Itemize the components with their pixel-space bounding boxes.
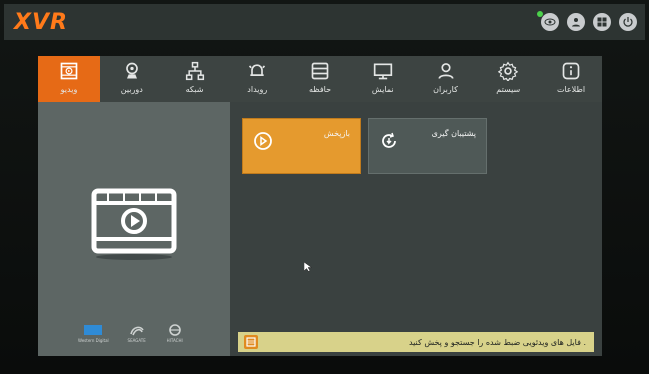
main-nav: اطلاعات سیستم کاربران نمایش حافظه رویداد… [38, 56, 602, 102]
display-icon [373, 63, 392, 80]
nav-label: دوربین [120, 85, 143, 94]
users-icon [438, 63, 453, 79]
brand-logo: Western Digital [78, 324, 109, 343]
nav-label: حافظه [308, 85, 332, 94]
nav-item-users[interactable]: کاربران [415, 56, 477, 102]
brand-logo: SEAGATE [127, 324, 147, 343]
top-bar-icons [537, 11, 637, 31]
nav-label: شبکه [185, 85, 204, 94]
seagate-icon [129, 326, 144, 336]
section-actions: بازپخش پشتیبان گیری [230, 102, 602, 356]
status-dot [537, 11, 543, 17]
top-bar: XVR [4, 4, 645, 40]
backup-icon [382, 132, 396, 148]
section-preview: Western Digital SEAGATE HITACHI [38, 102, 230, 356]
nav-item-network[interactable]: شبکه [164, 56, 226, 102]
content-area: Western Digital SEAGATE HITACHI بازپخش پ… [38, 102, 602, 356]
western-digital-icon [84, 325, 103, 335]
nav-item-storage[interactable]: حافظه [289, 56, 351, 102]
hint-icon [244, 335, 258, 349]
hint-text: فایل های ویدئویی ضبط شده را جستجو و پخش … [408, 337, 586, 347]
app-logo: XVR [14, 10, 68, 35]
view-icon[interactable] [537, 11, 559, 31]
alarm-icon [249, 64, 266, 76]
nav-item-video[interactable]: ویدیو [38, 56, 100, 102]
brand-logo: HITACHI [165, 324, 185, 343]
video-icon [60, 62, 78, 80]
nav-item-info[interactable]: اطلاعات [540, 56, 602, 102]
nav-label: ویدیو [60, 85, 78, 94]
mouse-cursor-icon [304, 262, 312, 272]
screen: XVR اطلاعات سیستم کاربران نمایش حافظه رو… [0, 0, 649, 374]
nav-item-system[interactable]: سیستم [477, 56, 539, 102]
power-icon[interactable] [619, 13, 637, 31]
playback-tile[interactable]: بازپخش [242, 118, 361, 174]
status-hint: فایل های ویدئویی ضبط شده را جستجو و پخش … [238, 332, 594, 352]
backup-tile[interactable]: پشتیبان گیری [368, 118, 487, 174]
nav-label: نمایش [371, 85, 394, 94]
storage-icon [311, 62, 329, 80]
gear-icon [498, 61, 519, 81]
nav-item-camera[interactable]: دوربین [101, 56, 163, 102]
play-icon [254, 132, 272, 150]
nav-label: سیستم [496, 85, 521, 94]
nav-label: رویداد [247, 85, 268, 94]
network-icon [185, 61, 204, 81]
user-icon[interactable] [567, 13, 585, 31]
nav-item-event[interactable]: رویداد [226, 56, 288, 102]
playback-label: بازپخش [323, 129, 350, 138]
nav-label: کاربران [433, 85, 458, 94]
nav-label: اطلاعات [556, 85, 586, 94]
video-icon [91, 188, 177, 260]
info-icon [562, 62, 580, 80]
hitachi-icon [168, 324, 181, 336]
grid-icon[interactable] [593, 13, 611, 31]
backup-label: پشتیبان گیری [431, 129, 476, 138]
camera-icon [125, 62, 138, 79]
hdd-brands: Western Digital SEAGATE HITACHI [78, 324, 185, 343]
nav-item-display[interactable]: نمایش [352, 56, 414, 102]
